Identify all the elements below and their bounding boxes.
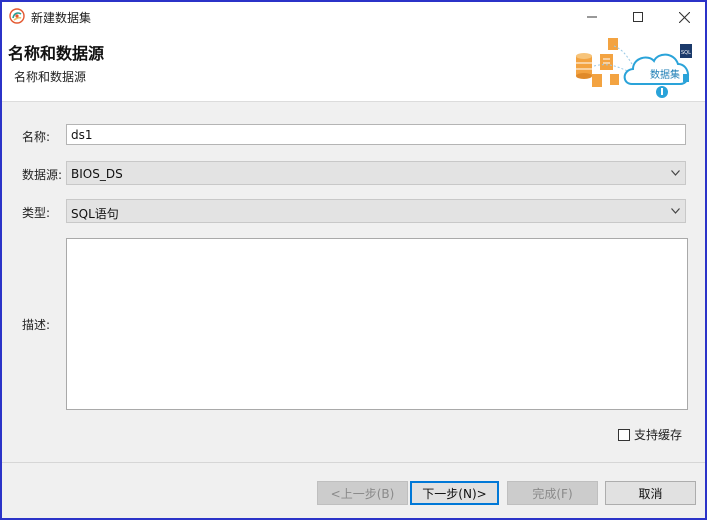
wizard-header: 名称和数据源 名称和数据源 数据集 SQL — [2, 32, 705, 102]
name-input[interactable] — [66, 124, 686, 145]
minimize-button[interactable] — [569, 2, 615, 32]
page-title: 名称和数据源 — [8, 44, 105, 63]
close-button[interactable] — [661, 2, 705, 32]
app-logo-icon — [9, 8, 25, 24]
cancel-button[interactable]: 取消 — [605, 481, 696, 505]
type-label: 类型: — [22, 206, 51, 220]
chevron-down-icon — [671, 208, 680, 214]
window-title: 新建数据集 — [31, 11, 92, 25]
minimize-icon — [587, 16, 597, 18]
datasource-value: BIOS_DS — [71, 167, 123, 181]
close-icon — [678, 11, 690, 23]
checkbox-box[interactable] — [618, 428, 630, 441]
datasource-label: 数据源: — [22, 168, 63, 182]
cache-checkbox[interactable]: 支持缓存 — [618, 426, 682, 443]
maximize-icon — [633, 12, 643, 22]
sql-badge-label: SQL — [681, 50, 691, 56]
dataset-banner-illustration: 数据集 SQL — [576, 38, 692, 98]
dataset-form: 名称: 数据源: BIOS_DS 类型: SQL语句 描述: 支持缓存 — [2, 102, 705, 462]
description-textarea[interactable] — [66, 238, 688, 410]
wizard-footer: <上一步(B) 下一步(N)> 完成(F) 取消 — [2, 462, 705, 518]
cache-label: 支持缓存 — [634, 428, 683, 442]
datasource-select[interactable]: BIOS_DS — [66, 161, 686, 185]
finish-button[interactable]: 完成(F) — [507, 481, 598, 505]
cloud-icon: 数据集 — [623, 53, 689, 85]
page-subtitle: 名称和数据源 — [14, 70, 87, 84]
file-icons — [592, 38, 619, 87]
name-label: 名称: — [22, 130, 51, 144]
cloud-label: 数据集 — [650, 68, 680, 81]
prev-button[interactable]: <上一步(B) — [317, 481, 408, 505]
chevron-down-icon — [671, 170, 680, 176]
sql-badge-icon: SQL — [680, 44, 692, 58]
database-icon — [576, 53, 592, 79]
description-label: 描述: — [22, 318, 51, 332]
maximize-button[interactable] — [615, 2, 661, 32]
info-pin-icon — [656, 86, 668, 98]
type-select[interactable]: SQL语句 — [66, 199, 686, 223]
title-bar[interactable]: 新建数据集 — [2, 2, 705, 32]
next-button[interactable]: 下一步(N)> — [410, 481, 499, 505]
type-value: SQL语句 — [71, 207, 119, 221]
dialog-window: 新建数据集 名称和数据源 名称和数据源 数据集 SQL 名称: ds1 数据源:… — [0, 0, 707, 520]
